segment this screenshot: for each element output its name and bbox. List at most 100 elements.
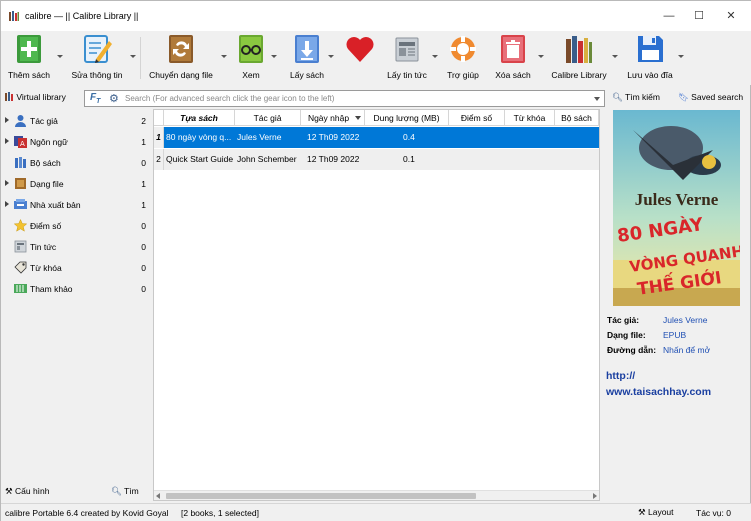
- status-version-text: calibre Portable 6.4 created by Kovid Go…: [5, 508, 169, 518]
- cell-size: 0.1: [403, 154, 415, 164]
- tag-item-languages[interactable]: A Ngôn ngữ 1: [1, 132, 152, 152]
- full-text-search-icon[interactable]: FT: [90, 92, 100, 105]
- view-icon: [239, 35, 263, 63]
- tag-browser-footer: ⚒ Cấu hình 🔍︎ Tìm: [1, 484, 152, 500]
- book-list: Tựa sách Tác giả Ngày nhập Dung lượng (M…: [153, 109, 600, 501]
- calibre-window: calibre — || Calibre Library || — ☐ ✕ Th…: [0, 0, 751, 521]
- row-number: 2: [154, 149, 164, 170]
- search-bar-row: Virtual library FT ⚙ Search (For advance…: [1, 87, 751, 109]
- expand-arrow-icon[interactable]: [5, 201, 9, 207]
- website-link-line1[interactable]: http://: [606, 370, 635, 382]
- save-to-disk-button[interactable]: Lưu vào đĩa: [623, 31, 677, 85]
- column-header-rating[interactable]: Điểm số: [449, 110, 505, 126]
- add-books-button[interactable]: Thêm sách: [3, 31, 55, 85]
- book-cover[interactable]: Jules Verne 80 NGÀY VÒNG QUANH THẾ GIỚI: [613, 110, 740, 306]
- expand-arrow-icon[interactable]: [5, 117, 9, 123]
- maximize-button[interactable]: ☐: [683, 5, 715, 27]
- search-input[interactable]: FT ⚙ Search (For advanced search click t…: [84, 90, 605, 107]
- view-button[interactable]: Xem: [229, 31, 273, 85]
- table-row[interactable]: 1 80 ngày vòng q... Jules Verne 12 Th09 …: [154, 127, 599, 148]
- virtual-library-button[interactable]: Virtual library: [5, 92, 66, 102]
- convert-books-button[interactable]: Chuyển dạng file: [145, 31, 217, 85]
- get-books-label: Lấy sách: [289, 70, 325, 80]
- fetch-news-button[interactable]: Lấy tin tức: [383, 31, 431, 85]
- search-button[interactable]: 🔍︎ Tìm kiếm: [612, 92, 660, 103]
- website-link-line2[interactable]: www.taisachhay.com: [606, 386, 711, 398]
- publisher-icon: [14, 199, 27, 209]
- view-dropdown[interactable]: [271, 55, 277, 58]
- tag-item-tags[interactable]: Từ khóa 0: [1, 258, 152, 278]
- book-details-panel: Jules Verne 80 NGÀY VÒNG QUANH THẾ GIỚI …: [601, 109, 751, 501]
- scroll-right-icon[interactable]: [593, 493, 597, 499]
- remove-books-dropdown[interactable]: [538, 55, 544, 58]
- layout-button[interactable]: ⚒ Layout: [638, 507, 674, 518]
- cell-date: 12 Th09 2022: [307, 132, 360, 142]
- meta-author-label: Tác giả:: [607, 315, 640, 325]
- search-history-dropdown[interactable]: [594, 97, 600, 101]
- tag-item-series[interactable]: Bộ sách 0: [1, 153, 152, 173]
- tag-item-identifiers[interactable]: Tham khảo 0: [1, 279, 152, 299]
- edit-metadata-button[interactable]: Sửa thông tin: [67, 31, 127, 85]
- meta-path-link[interactable]: Nhấn để mở: [663, 345, 710, 355]
- column-header-date[interactable]: Ngày nhập: [301, 110, 365, 126]
- find-button[interactable]: 🔍︎ Tìm: [111, 486, 139, 497]
- column-header-author[interactable]: Tác giả: [235, 110, 301, 126]
- library-label: Calibre Library: [551, 70, 607, 80]
- remove-icon: [501, 35, 525, 63]
- tag-item-formats[interactable]: Dạng file 1: [1, 174, 152, 194]
- convert-books-dropdown[interactable]: [221, 55, 227, 58]
- get-books-button[interactable]: Lấy sách: [283, 31, 331, 85]
- edit-metadata-dropdown[interactable]: [130, 55, 136, 58]
- expand-arrow-icon[interactable]: [5, 138, 9, 144]
- library-small-icon: [5, 92, 13, 101]
- gear-icon[interactable]: ⚙: [109, 92, 119, 105]
- close-button[interactable]: ✕: [715, 5, 747, 27]
- add-books-label: Thêm sách: [7, 70, 51, 80]
- tag-item-label: Dạng file: [30, 179, 64, 189]
- row-number-header: [154, 110, 164, 126]
- tag-item-rating[interactable]: Điểm số 0: [1, 216, 152, 236]
- meta-format-link[interactable]: EPUB: [663, 330, 686, 340]
- scrollbar-thumb[interactable]: [166, 493, 476, 499]
- tag-item-count: 0: [141, 221, 146, 231]
- toolbar-separator: [140, 37, 141, 79]
- edit-metadata-icon: [84, 35, 112, 63]
- column-header-title[interactable]: Tựa sách: [164, 110, 235, 126]
- library-dropdown[interactable]: [612, 55, 618, 58]
- search-icon: 🔍︎: [111, 486, 122, 496]
- column-header-tags[interactable]: Từ khóa: [505, 110, 555, 126]
- library-button[interactable]: Calibre Library: [547, 31, 611, 85]
- horizontal-scrollbar[interactable]: [154, 490, 599, 500]
- save-to-disk-dropdown[interactable]: [678, 55, 684, 58]
- meta-format-label: Dạng file:: [607, 330, 646, 340]
- jobs-indicator[interactable]: Tác vụ: 0: [696, 508, 731, 518]
- tag-browser: Tác giả 2 A Ngôn ngữ 1 Bộ sách 0 Dạng fi…: [1, 109, 152, 501]
- expand-arrow-icon[interactable]: [5, 180, 9, 186]
- tag-item-label: Bộ sách: [30, 158, 61, 168]
- saved-search-button[interactable]: 🔖︎ Saved search: [678, 92, 743, 103]
- remove-books-button[interactable]: Xóa sách: [489, 31, 537, 85]
- column-header-size[interactable]: Dung lượng (MB): [365, 110, 449, 126]
- scroll-left-icon[interactable]: [156, 493, 160, 499]
- book-list-header: Tựa sách Tác giả Ngày nhập Dung lượng (M…: [154, 110, 599, 126]
- tag-item-label: Tác giả: [30, 116, 58, 126]
- fetch-news-dropdown[interactable]: [432, 55, 438, 58]
- donate-button[interactable]: [339, 31, 381, 85]
- minimize-button[interactable]: —: [653, 5, 685, 27]
- tools-icon: ⚒: [638, 507, 646, 517]
- search-icon: 🔍︎: [612, 92, 623, 102]
- tag-item-publishers[interactable]: Nhà xuất bản 1: [1, 195, 152, 215]
- configure-button[interactable]: ⚒ Cấu hình: [5, 486, 50, 497]
- tag-item-label: Từ khóa: [30, 263, 62, 273]
- tag-item-authors[interactable]: Tác giả 2: [1, 111, 152, 131]
- tag-item-news[interactable]: Tin tức 0: [1, 237, 152, 257]
- language-icon: A: [14, 136, 27, 148]
- tag-item-label: Điểm số: [30, 221, 62, 231]
- meta-author-link[interactable]: Jules Verne: [663, 315, 707, 325]
- get-books-dropdown[interactable]: [328, 55, 334, 58]
- help-button[interactable]: Trợ giúp: [442, 31, 484, 85]
- remove-books-label: Xóa sách: [495, 70, 531, 80]
- table-row[interactable]: 2 Quick Start Guide John Schember 12 Th0…: [154, 149, 599, 170]
- add-books-dropdown[interactable]: [57, 55, 63, 58]
- column-header-series[interactable]: Bộ sách: [555, 110, 599, 126]
